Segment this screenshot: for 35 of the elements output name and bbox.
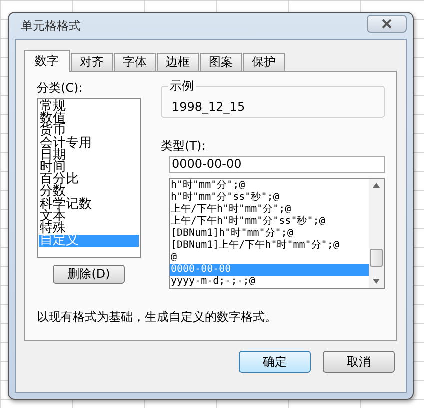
tab[interactable]: 对齐 [71, 53, 113, 71]
type-field[interactable]: 0000-00-00 [169, 156, 385, 173]
format-item[interactable]: 上午/下午h"时"mm"分";@ [170, 204, 369, 216]
ok-button[interactable]: 确定 [239, 351, 311, 373]
scroll-down-icon [373, 279, 380, 284]
category-item[interactable]: 分数 [39, 186, 139, 199]
tab[interactable]: 字体 [114, 53, 156, 71]
format-item[interactable]: [DBNum1]h"时"mm"分";@ [170, 228, 369, 240]
tab[interactable]: 边框 [157, 53, 199, 71]
scrollbar[interactable] [369, 179, 384, 288]
tab[interactable]: 图案 [200, 53, 242, 71]
sample-value: 1998_12_15 [172, 100, 246, 114]
category-item[interactable]: 特殊 [39, 223, 139, 236]
sample-label: 示例 [168, 79, 196, 93]
scroll-thumb[interactable] [370, 249, 383, 267]
scroll-up-icon [373, 183, 380, 188]
window-title: 单元格格式 [20, 18, 81, 34]
format-item[interactable]: [DBNum1]上午/下午h"时"mm"分";@ [170, 240, 369, 252]
format-item[interactable]: h"时"mm"分"ss"秒";@ [170, 192, 369, 204]
format-item[interactable]: h"时"mm"分";@ [170, 180, 369, 192]
description-text: 以现有格式为基础，生成自定义的数字格式。 [37, 309, 278, 325]
category-label: 分类(C): [37, 80, 83, 96]
delete-button[interactable]: 删除(D) [53, 265, 125, 284]
format-item[interactable]: yyyy-m-d;-;-;@ [170, 276, 369, 288]
category-item[interactable]: 数值 [39, 113, 139, 126]
type-label: 类型(T): [161, 138, 207, 154]
category-item[interactable]: 会计专用 [39, 138, 139, 150]
cancel-button[interactable]: 取消 [323, 351, 395, 373]
category-item[interactable]: 科学记数 [39, 198, 139, 211]
format-item[interactable]: @ [170, 252, 369, 264]
format-item[interactable]: 上午/下午h"时"mm"分"ss"秒";@ [170, 216, 369, 228]
close-icon [381, 19, 393, 29]
tab[interactable]: 数字 [24, 50, 70, 72]
tab[interactable]: 保护 [243, 53, 285, 71]
close-button[interactable] [367, 15, 407, 33]
